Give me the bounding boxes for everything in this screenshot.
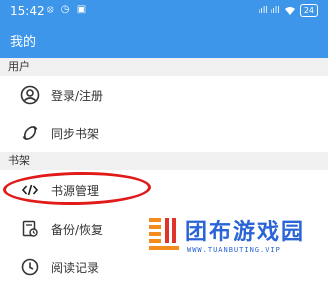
- status-right-icons: ᵢıll ᵢıll 24: [259, 4, 318, 17]
- battery-icon: 24: [299, 4, 318, 17]
- backup-icon: [19, 218, 41, 240]
- status-bar: 15:42 ⦻ ◷ ▣ ᵢıll ᵢıll 24: [0, 0, 328, 24]
- menu-item-sync-bookshelf[interactable]: 同步书架: [0, 114, 328, 152]
- signal-icon: ᵢıll ᵢıll: [258, 5, 280, 16]
- watermark-logo-icon: [149, 218, 179, 250]
- menu-item-label: 同步书架: [51, 126, 100, 141]
- menu-item-label: 登录/注册: [51, 88, 104, 103]
- watermark-url: WWW.TUANBUTING.VIP: [187, 246, 281, 254]
- menu-item-label: 备份/恢复: [51, 222, 104, 237]
- app-bar: 15:42 ⦻ ◷ ▣ ᵢıll ᵢıll 24 我的: [0, 0, 328, 58]
- section-header-bookshelf: 书架: [0, 152, 328, 170]
- wifi-icon: [284, 6, 295, 15]
- status-notification-icons: ⦻ ◷ ▣: [47, 4, 89, 15]
- menu-item-login[interactable]: 登录/注册: [0, 76, 328, 114]
- page-title: 我的: [10, 35, 37, 50]
- status-time: 15:42: [10, 4, 45, 18]
- user-circle-icon: [19, 84, 41, 106]
- watermark: 团布游戏园 WWW.TUANBUTING.VIP: [147, 212, 327, 268]
- section-header-user: 用户: [0, 58, 328, 76]
- clock-icon: [19, 256, 41, 278]
- watermark-title: 团布游戏园: [185, 220, 306, 245]
- sync-icon: [19, 122, 41, 144]
- menu-item-label: 阅读记录: [51, 260, 100, 275]
